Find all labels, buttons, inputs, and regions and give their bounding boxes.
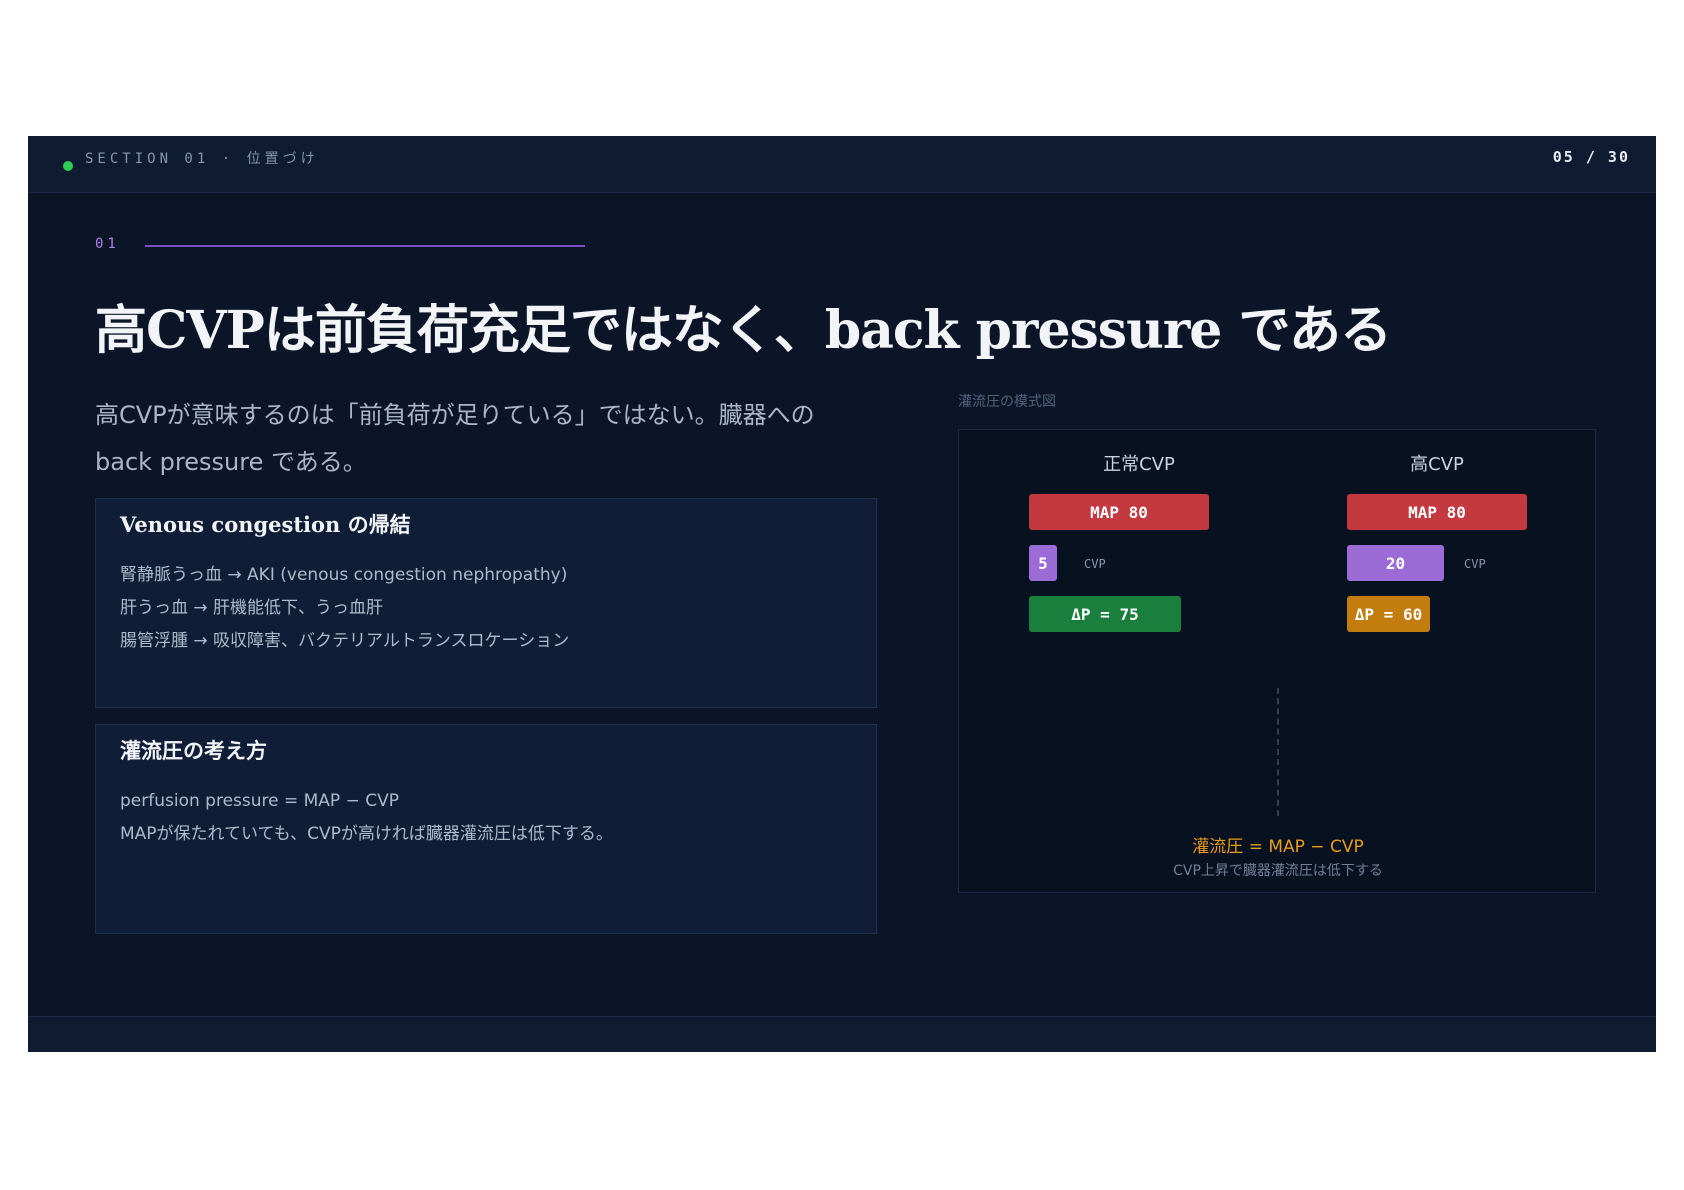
index-divider [145,245,585,247]
card-lines: 腎静脈うっ血 → AKI (venous congestion nephropa… [120,559,569,658]
cvp-label-high: CVP [1464,557,1486,571]
card-line: 腎静脈うっ血 → AKI (venous congestion nephropa… [120,565,568,585]
slide-index: 01 [95,236,120,252]
cvp-bar-high: 20 [1347,545,1444,581]
column-heading-normal: 正常CVP [1103,454,1175,475]
status-dot-icon [63,161,73,171]
dp-bar-high: ΔP = 60 [1347,596,1430,632]
card-title: Venous congestion の帰結 [120,512,411,537]
perfusion-diagram: 正常CVP MAP 80 5 CVP ΔP = 75 高CVP MAP 80 2… [958,429,1596,893]
section-label: SECTION 01 · 位置づけ [85,151,319,167]
card-line: MAPが保たれていても、CVPが高ければ臓器灌流圧は低下する。 [120,824,613,844]
slide: SECTION 01 · 位置づけ 05 / 30 01 高CVPは前負荷充足で… [28,136,1656,1052]
formula-text: 灌流圧 = MAP − CVP [1192,837,1364,857]
cvp-bar-normal: 5 [1029,545,1057,581]
map-bar-high: MAP 80 [1347,494,1527,530]
card-perfusion-pressure: 灌流圧の考え方 perfusion pressure = MAP − CVP M… [95,724,877,934]
cvp-label-normal: CVP [1084,557,1106,571]
map-bar-normal: MAP 80 [1029,494,1209,530]
dp-bar-normal: ΔP = 75 [1029,596,1181,632]
column-heading-high: 高CVP [1410,454,1464,475]
card-line: perfusion pressure = MAP − CVP [120,791,399,811]
slide-title: 高CVPは前負荷充足ではなく、back pressure である [95,300,1392,361]
top-bar: SECTION 01 · 位置づけ 05 / 30 [28,136,1656,193]
footer-bar [28,1017,1656,1052]
card-line: 肝うっ血 → 肝機能低下、うっ血肝 [120,598,384,618]
card-line: 腸管浮腫 → 吸収障害、バクテリアルトランスロケーション [120,631,570,651]
card-title: 灌流圧の考え方 [120,738,267,763]
lead-text: 高CVPが意味するのは「前負荷が足りている」ではない。臓器への back pre… [95,401,815,476]
divider-dashed-line [1277,688,1279,816]
card-venous-congestion: Venous congestion の帰結 腎静脈うっ血 → AKI (veno… [95,498,877,708]
diagram-caption: 灌流圧の模式図 [958,394,1056,410]
page-counter: 05 / 30 [1552,148,1630,166]
formula-note: CVP上昇で臓器灌流圧は低下する [1173,863,1383,879]
card-lines: perfusion pressure = MAP − CVP MAPが保たれてい… [120,785,613,851]
